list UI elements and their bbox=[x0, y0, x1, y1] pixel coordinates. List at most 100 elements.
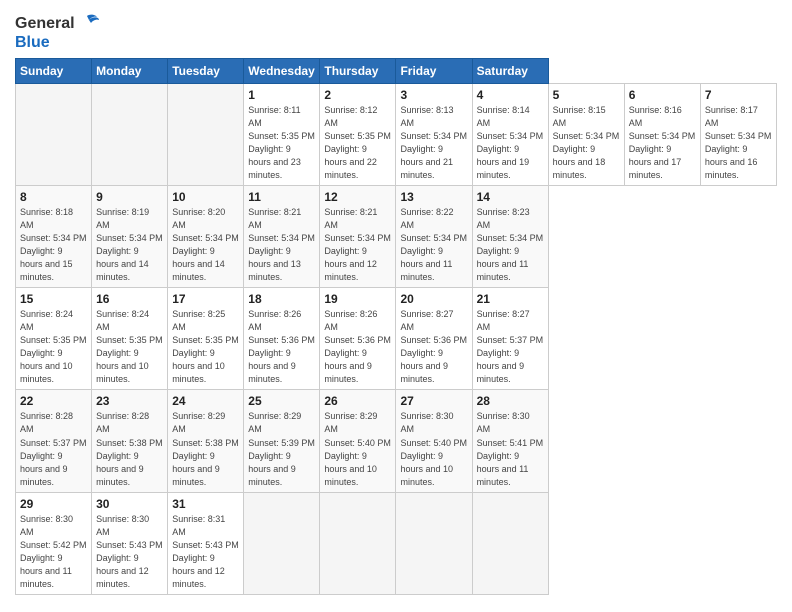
calendar-cell: 12 Sunrise: 8:21 AMSunset: 5:34 PMDayligh… bbox=[320, 185, 396, 287]
calendar-cell: 22Sunrise: 8:28 AMSunset: 5:37 PMDayligh… bbox=[16, 390, 92, 492]
calendar-cell: 14 Sunrise: 8:23 AMSunset: 5:34 PMDayligh… bbox=[472, 185, 548, 287]
weekday-header-thursday: Thursday bbox=[320, 58, 396, 83]
day-number: 15 bbox=[20, 292, 87, 306]
day-number: 25 bbox=[248, 394, 315, 408]
day-detail: Sunrise: 8:19 AMSunset: 5:34 PMDaylight:… bbox=[96, 206, 163, 284]
calendar-cell: 26 Sunrise: 8:29 AMSunset: 5:40 PMDayligh… bbox=[320, 390, 396, 492]
calendar-cell: 28Sunrise: 8:30 AMSunset: 5:41 PMDayligh… bbox=[472, 390, 548, 492]
calendar-cell: 23Sunrise: 8:28 AMSunset: 5:38 PMDayligh… bbox=[92, 390, 168, 492]
day-detail: Sunrise: 8:14 AMSunset: 5:34 PMDaylight:… bbox=[477, 104, 544, 182]
day-detail: Sunrise: 8:27 AMSunset: 5:37 PMDaylight:… bbox=[477, 308, 544, 386]
calendar-cell: 2 Sunrise: 8:12 AMSunset: 5:35 PMDaylight… bbox=[320, 83, 396, 185]
day-detail: Sunrise: 8:24 AMSunset: 5:35 PMDaylight:… bbox=[96, 308, 163, 386]
day-number: 20 bbox=[400, 292, 467, 306]
calendar-cell bbox=[16, 83, 92, 185]
day-detail: Sunrise: 8:25 AMSunset: 5:35 PMDaylight:… bbox=[172, 308, 239, 386]
calendar-cell: 11Sunrise: 8:21 AMSunset: 5:34 PMDayligh… bbox=[244, 185, 320, 287]
calendar-cell: 13 Sunrise: 8:22 AMSunset: 5:34 PMDayligh… bbox=[396, 185, 472, 287]
day-number: 7 bbox=[705, 88, 772, 102]
page-container: General Blue SundayMondayTuesdayWednesda… bbox=[0, 0, 792, 603]
calendar-cell: 24 Sunrise: 8:29 AMSunset: 5:38 PMDayligh… bbox=[168, 390, 244, 492]
day-detail: Sunrise: 8:30 AMSunset: 5:43 PMDaylight:… bbox=[96, 513, 163, 591]
header: General Blue bbox=[15, 10, 777, 52]
day-detail: Sunrise: 8:29 AMSunset: 5:40 PMDaylight:… bbox=[324, 410, 391, 488]
day-number: 17 bbox=[172, 292, 239, 306]
calendar-week-1: 1 Sunrise: 8:11 AMSunset: 5:35 PMDaylight… bbox=[16, 83, 777, 185]
calendar-week-3: 15 Sunrise: 8:24 AMSunset: 5:35 PMDayligh… bbox=[16, 288, 777, 390]
calendar-cell bbox=[168, 83, 244, 185]
day-number: 5 bbox=[553, 88, 620, 102]
day-detail: Sunrise: 8:21 AMSunset: 5:34 PMDaylight:… bbox=[248, 206, 315, 284]
weekday-header-saturday: Saturday bbox=[472, 58, 548, 83]
calendar-cell: 16 Sunrise: 8:24 AMSunset: 5:35 PMDayligh… bbox=[92, 288, 168, 390]
day-detail: Sunrise: 8:30 AMSunset: 5:40 PMDaylight:… bbox=[400, 410, 467, 488]
day-detail: Sunrise: 8:16 AMSunset: 5:34 PMDaylight:… bbox=[629, 104, 696, 182]
day-detail: Sunrise: 8:11 AMSunset: 5:35 PMDaylight:… bbox=[248, 104, 315, 182]
day-detail: Sunrise: 8:26 AMSunset: 5:36 PMDaylight:… bbox=[324, 308, 391, 386]
calendar-cell: 9 Sunrise: 8:19 AMSunset: 5:34 PMDaylight… bbox=[92, 185, 168, 287]
calendar-week-2: 8Sunrise: 8:18 AMSunset: 5:34 PMDaylight… bbox=[16, 185, 777, 287]
calendar-cell: 19 Sunrise: 8:26 AMSunset: 5:36 PMDayligh… bbox=[320, 288, 396, 390]
calendar-cell: 6 Sunrise: 8:16 AMSunset: 5:34 PMDaylight… bbox=[624, 83, 700, 185]
calendar-cell: 7 Sunrise: 8:17 AMSunset: 5:34 PMDaylight… bbox=[700, 83, 776, 185]
calendar-cell: 1 Sunrise: 8:11 AMSunset: 5:35 PMDaylight… bbox=[244, 83, 320, 185]
calendar-cell: 5 Sunrise: 8:15 AMSunset: 5:34 PMDaylight… bbox=[548, 83, 624, 185]
weekday-header-row: SundayMondayTuesdayWednesdayThursdayFrid… bbox=[16, 58, 777, 83]
day-number: 16 bbox=[96, 292, 163, 306]
day-detail: Sunrise: 8:26 AMSunset: 5:36 PMDaylight:… bbox=[248, 308, 315, 386]
day-number: 29 bbox=[20, 497, 87, 511]
day-detail: Sunrise: 8:31 AMSunset: 5:43 PMDaylight:… bbox=[172, 513, 239, 591]
logo-general: General bbox=[15, 15, 75, 33]
day-detail: Sunrise: 8:21 AMSunset: 5:34 PMDaylight:… bbox=[324, 206, 391, 284]
weekday-header-sunday: Sunday bbox=[16, 58, 92, 83]
day-number: 9 bbox=[96, 190, 163, 204]
calendar-cell: 17 Sunrise: 8:25 AMSunset: 5:35 PMDayligh… bbox=[168, 288, 244, 390]
day-number: 24 bbox=[172, 394, 239, 408]
day-number: 14 bbox=[477, 190, 544, 204]
day-detail: Sunrise: 8:29 AMSunset: 5:38 PMDaylight:… bbox=[172, 410, 239, 488]
day-number: 12 bbox=[324, 190, 391, 204]
day-number: 31 bbox=[172, 497, 239, 511]
day-number: 22 bbox=[20, 394, 87, 408]
day-number: 6 bbox=[629, 88, 696, 102]
day-detail: Sunrise: 8:28 AMSunset: 5:38 PMDaylight:… bbox=[96, 410, 163, 488]
day-detail: Sunrise: 8:30 AMSunset: 5:41 PMDaylight:… bbox=[477, 410, 544, 488]
day-detail: Sunrise: 8:23 AMSunset: 5:34 PMDaylight:… bbox=[477, 206, 544, 284]
calendar-cell bbox=[244, 492, 320, 594]
calendar-cell: 18Sunrise: 8:26 AMSunset: 5:36 PMDayligh… bbox=[244, 288, 320, 390]
day-detail: Sunrise: 8:13 AMSunset: 5:34 PMDaylight:… bbox=[400, 104, 467, 182]
day-detail: Sunrise: 8:22 AMSunset: 5:34 PMDaylight:… bbox=[400, 206, 467, 284]
logo-blue: Blue bbox=[15, 34, 99, 52]
day-number: 19 bbox=[324, 292, 391, 306]
calendar-cell: 20 Sunrise: 8:27 AMSunset: 5:36 PMDayligh… bbox=[396, 288, 472, 390]
day-detail: Sunrise: 8:15 AMSunset: 5:34 PMDaylight:… bbox=[553, 104, 620, 182]
day-detail: Sunrise: 8:12 AMSunset: 5:35 PMDaylight:… bbox=[324, 104, 391, 182]
day-number: 27 bbox=[400, 394, 467, 408]
day-detail: Sunrise: 8:29 AMSunset: 5:39 PMDaylight:… bbox=[248, 410, 315, 488]
day-number: 13 bbox=[400, 190, 467, 204]
day-number: 2 bbox=[324, 88, 391, 102]
day-detail: Sunrise: 8:18 AMSunset: 5:34 PMDaylight:… bbox=[20, 206, 87, 284]
logo-wordmark: General Blue bbox=[15, 14, 99, 52]
day-number: 1 bbox=[248, 88, 315, 102]
calendar-week-5: 29Sunrise: 8:30 AMSunset: 5:42 PMDayligh… bbox=[16, 492, 777, 594]
calendar-cell: 31 Sunrise: 8:31 AMSunset: 5:43 PMDayligh… bbox=[168, 492, 244, 594]
day-detail: Sunrise: 8:17 AMSunset: 5:34 PMDaylight:… bbox=[705, 104, 772, 182]
logo-bird-icon bbox=[77, 14, 99, 34]
day-number: 10 bbox=[172, 190, 239, 204]
day-detail: Sunrise: 8:27 AMSunset: 5:36 PMDaylight:… bbox=[400, 308, 467, 386]
calendar-cell: 10Sunrise: 8:20 AMSunset: 5:34 PMDayligh… bbox=[168, 185, 244, 287]
weekday-header-monday: Monday bbox=[92, 58, 168, 83]
day-number: 21 bbox=[477, 292, 544, 306]
calendar-cell: 25 Sunrise: 8:29 AMSunset: 5:39 PMDayligh… bbox=[244, 390, 320, 492]
calendar-cell: 21 Sunrise: 8:27 AMSunset: 5:37 PMDayligh… bbox=[472, 288, 548, 390]
calendar-cell bbox=[472, 492, 548, 594]
day-number: 26 bbox=[324, 394, 391, 408]
calendar-cell: 29Sunrise: 8:30 AMSunset: 5:42 PMDayligh… bbox=[16, 492, 92, 594]
day-number: 4 bbox=[477, 88, 544, 102]
calendar-cell: 15Sunrise: 8:24 AMSunset: 5:35 PMDayligh… bbox=[16, 288, 92, 390]
calendar-cell: 8Sunrise: 8:18 AMSunset: 5:34 PMDaylight… bbox=[16, 185, 92, 287]
calendar-cell: 3Sunrise: 8:13 AMSunset: 5:34 PMDaylight… bbox=[396, 83, 472, 185]
calendar-cell: 4 Sunrise: 8:14 AMSunset: 5:34 PMDaylight… bbox=[472, 83, 548, 185]
calendar-cell bbox=[320, 492, 396, 594]
